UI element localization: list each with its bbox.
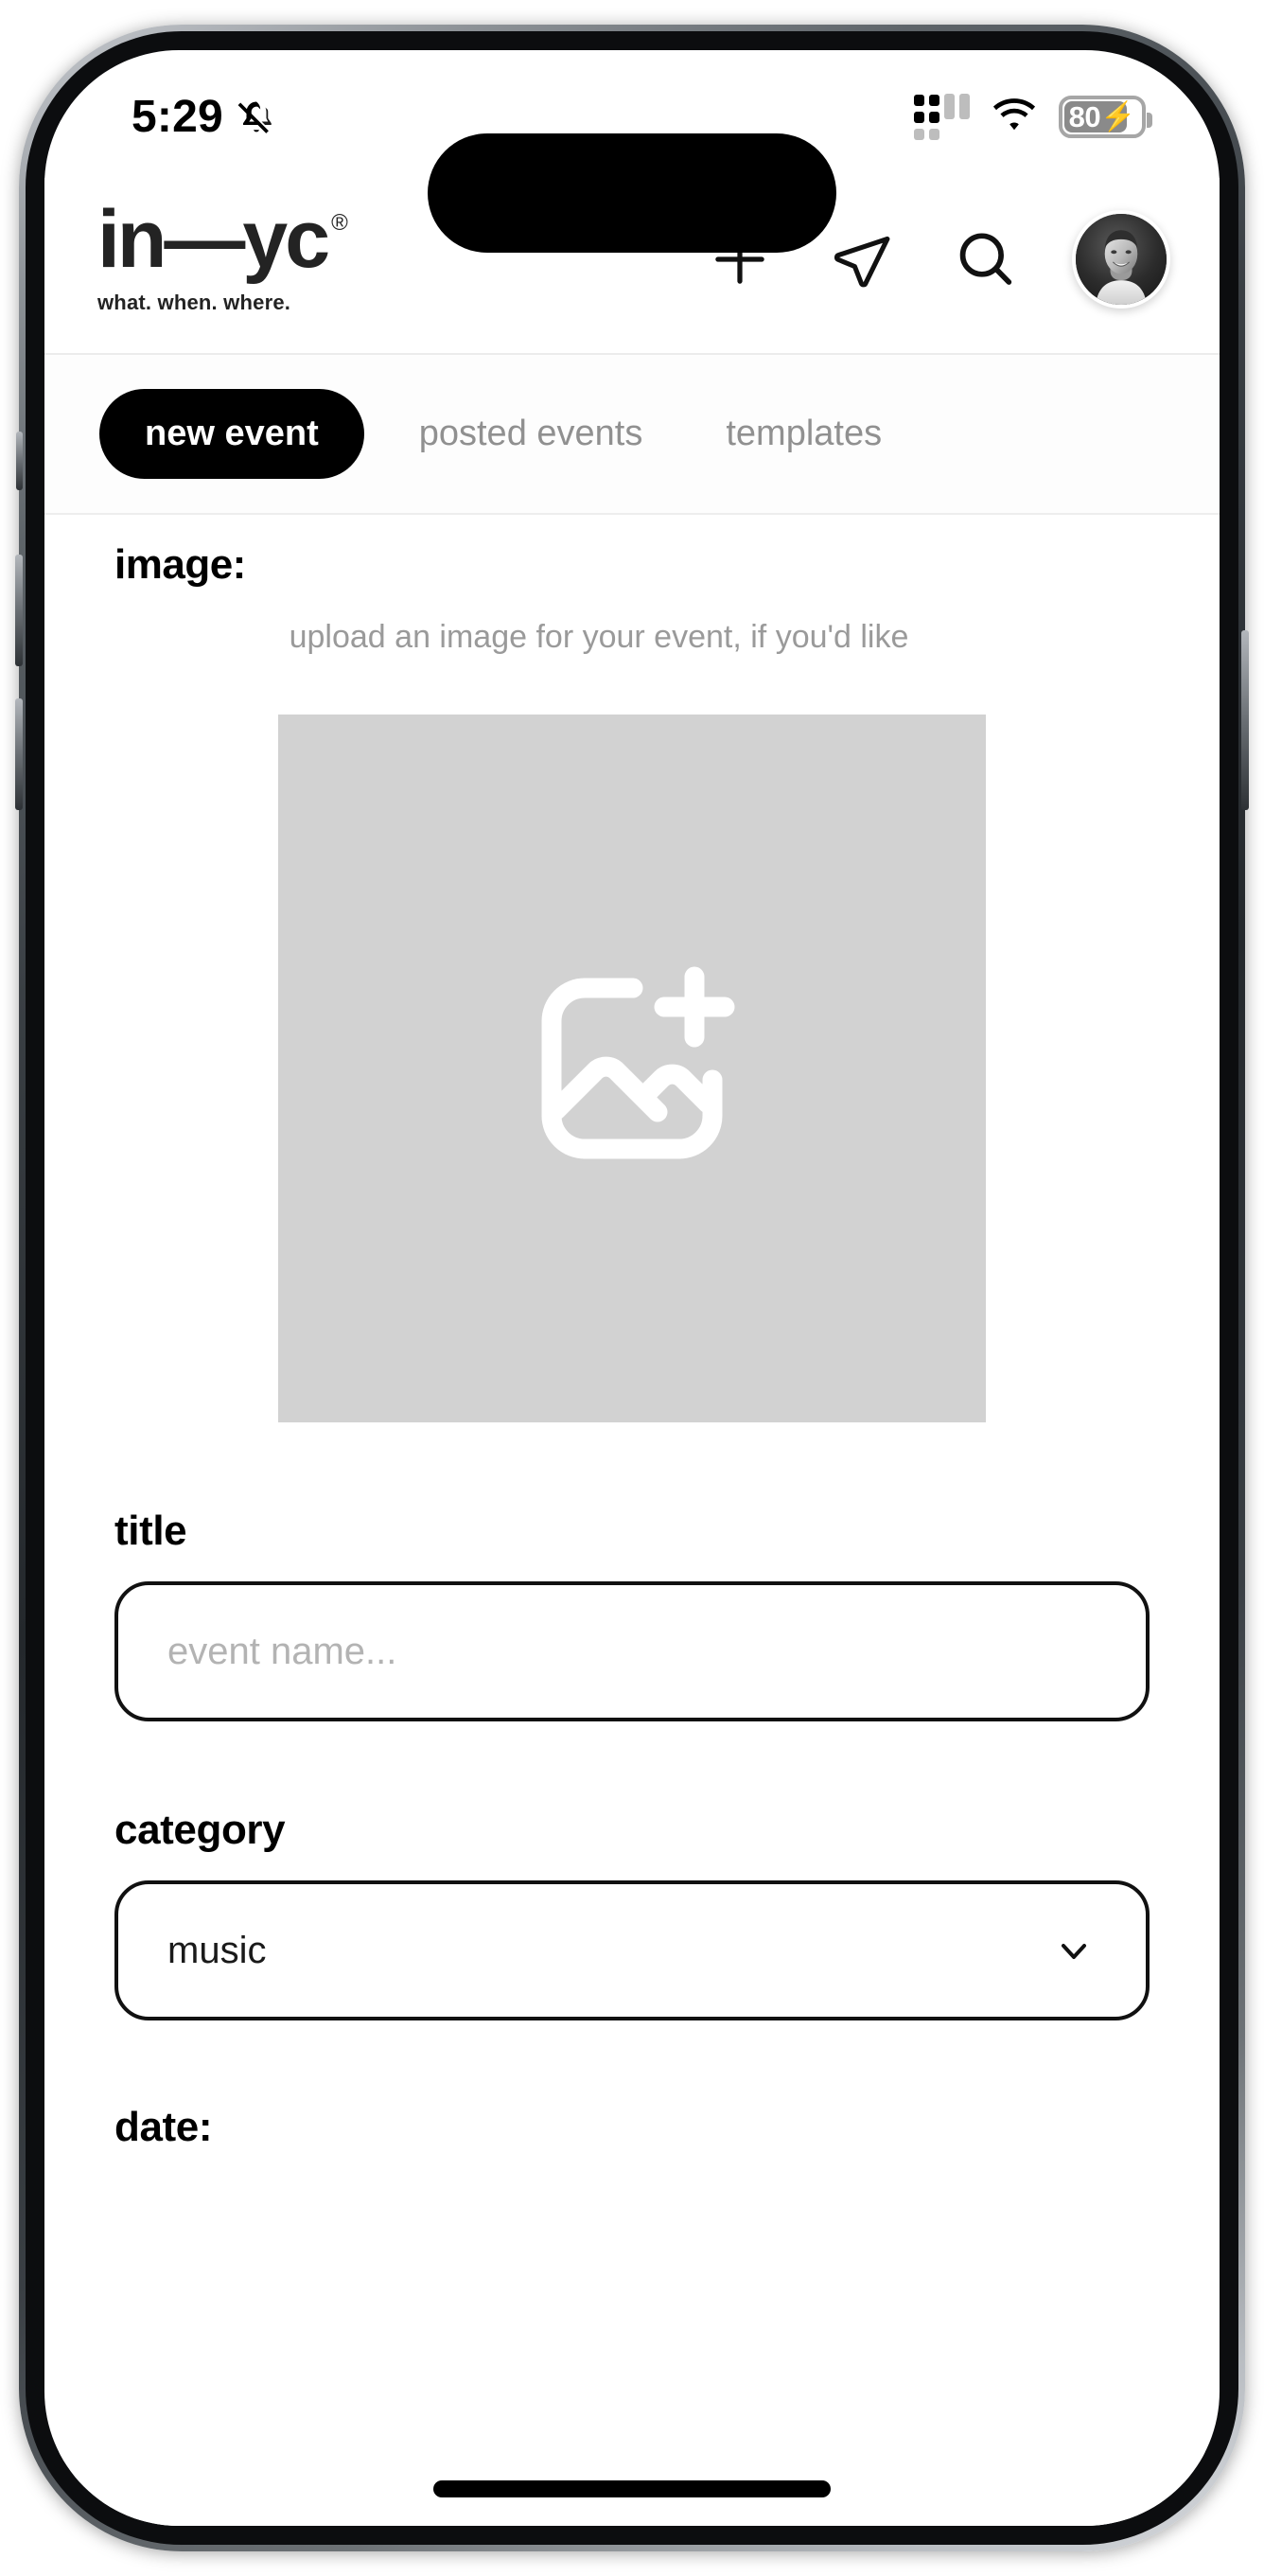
search-icon[interactable] [949,223,1021,295]
tab-templates[interactable]: templates [697,393,910,475]
image-section-title: image: [114,541,246,589]
category-select-value: music [167,1929,267,1971]
avatar[interactable] [1072,209,1170,309]
send-icon[interactable] [826,223,898,295]
category-select[interactable]: music [114,1880,1150,2021]
power-button[interactable] [1241,630,1249,810]
title-field-label: title [114,1508,187,1555]
add-photo-icon [541,966,735,1159]
date-section-title: date: [114,2104,213,2151]
home-indicator-area [44,2452,1220,2526]
cellular-signal-icon [914,94,970,140]
phone-screen: 5:29 80 ⚡ in—yc ® what. when. where. new… [44,50,1220,2526]
volume-down-button[interactable] [15,698,23,810]
title-input-placeholder: event name... [167,1630,397,1672]
image-upload-dropzone[interactable] [278,715,986,1423]
image-section-subtitle: upload an image for your event, if you'd… [289,619,909,656]
tab-bar: new event posted events templates [44,355,1220,516]
chevron-down-icon [1051,1928,1097,1973]
battery-indicator: 80 ⚡ [1059,96,1152,138]
title-input[interactable]: event name... [114,1581,1150,1722]
phone-frame: 5:29 80 ⚡ in—yc ® what. when. where. new… [15,25,1249,2551]
logo-tagline: what. when. where. [97,291,291,315]
dynamic-island [428,133,836,253]
tab-new-event[interactable]: new event [99,389,364,480]
battery-percent: 80 [1068,99,1101,133]
silence-switch[interactable] [16,432,23,490]
screenshot-stage: 5:29 80 ⚡ in—yc ® what. when. where. new… [0,0,1264,2576]
status-indicators: 80 ⚡ [914,94,1152,140]
volume-up-button[interactable] [15,555,23,666]
logo-wordmark: in—yc [97,194,330,285]
category-field-label: category [114,1807,286,1854]
app-logo[interactable]: in—yc ® what. when. where. [97,194,348,315]
bell-muted-icon [237,98,276,138]
registered-trademark-icon: ® [331,210,348,236]
home-indicator[interactable] [433,2480,831,2497]
wifi-icon [991,96,1038,138]
new-event-form: image: upload an image for your event, i… [44,515,1220,2263]
tab-posted-events[interactable]: posted events [391,393,672,475]
status-time: 5:29 [132,91,223,142]
charging-bolt-icon: ⚡ [1100,101,1136,132]
